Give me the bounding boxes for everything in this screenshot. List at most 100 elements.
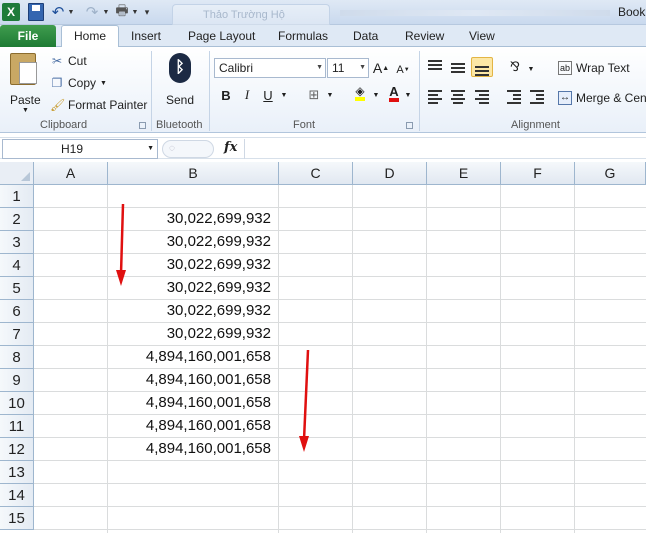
clipboard-group-label: Clipboard [40,119,88,131]
redo-dropdown-icon[interactable]: ▼ [102,3,110,21]
bluetooth-send-button[interactable]: ᛒ Send [162,51,200,117]
font-group-label: Font [293,119,316,131]
cut-button[interactable]: ✂ Cut [50,52,87,70]
paste-dropdown-icon[interactable]: ▼ [22,107,29,114]
document-tab[interactable]: Thảo Trường Hộ [172,4,330,25]
copy-dropdown-icon[interactable]: ▼ [100,80,107,87]
font-size-dropdown-icon[interactable]: ▼ [359,64,366,71]
merge-center-label: Merge & Cen [576,91,646,105]
wrap-text-button[interactable]: ab Wrap Text [558,59,630,77]
bluetooth-icon: ᛒ [169,53,191,83]
redo-icon[interactable]: ↷ [84,3,100,21]
send-label: Send [166,93,195,107]
group-separator [419,51,420,131]
align-top-icon[interactable] [426,59,444,75]
borders-dropdown-icon[interactable]: ▼ [325,85,335,105]
formula-input[interactable] [244,139,646,159]
italic-icon: I [244,87,250,102]
fill-color-button[interactable]: ◈ [350,83,370,103]
name-box[interactable]: H19 ▼ [2,139,158,159]
cut-label: Cut [68,54,87,68]
fill-color-dropdown-icon[interactable]: ▼ [371,85,381,105]
wrap-text-label: Wrap Text [576,61,630,75]
annotation-arrows [116,203,310,452]
tab-home[interactable]: Home [61,25,120,48]
font-color-dropdown-icon[interactable]: ▼ [403,85,413,105]
merge-cells-icon: ↔ [558,91,572,105]
align-right-icon[interactable] [473,89,491,105]
align-left-icon[interactable] [426,89,444,105]
title-strip [340,10,610,16]
paste-icon [10,53,37,85]
tab-view[interactable]: View [469,29,495,43]
align-center-icon[interactable] [449,89,467,105]
bold-icon: B [221,87,231,103]
save-icon[interactable] [28,3,44,21]
tab-insert[interactable]: Insert [131,29,161,43]
underline-button[interactable]: U [261,85,275,105]
shrink-font-icon: A [396,64,404,76]
print-dropdown-icon[interactable]: ▼ [131,3,139,21]
paste-label: Paste [10,93,41,107]
spreadsheet-grid[interactable]: A B C D E F G 1 2 3 4 5 6 7 8 9 10 11 12… [0,162,646,533]
paintbrush-icon: 🖌 [50,98,66,112]
group-separator [209,51,210,131]
excel-window: X ↶ ▼ ↷ ▼ 🖶 ▼ ▾ Thảo Trường Hộ Book File… [0,0,646,533]
italic-button[interactable]: I [240,85,254,105]
name-box-value: H19 [61,142,84,156]
tab-file[interactable]: File [0,25,56,47]
underline-icon: U [263,87,273,103]
paste-button[interactable]: Paste ▼ [6,51,42,117]
title-bar: X ↶ ▼ ↷ ▼ 🖶 ▼ ▾ Thảo Trường Hộ Book [0,0,646,25]
ribbon-tab-row: File Home Insert Page Layout Formulas Da… [0,25,646,48]
copy-icon: ❐ [51,76,63,90]
formula-bar-resize-handle[interactable]: ◌ [162,140,214,158]
name-box-dropdown-icon[interactable]: ▼ [147,145,154,152]
group-separator [151,51,152,131]
grow-font-icon: A [372,60,383,76]
alignment-group-label: Alignment [511,119,560,131]
wrap-text-icon: ab [558,61,572,75]
bold-button[interactable]: B [218,85,234,105]
increase-indent-icon[interactable] [528,89,546,105]
font-color-button[interactable]: A [386,83,402,103]
customize-toolbar-icon[interactable]: ▾ [144,3,150,21]
tab-formulas[interactable]: Formulas [278,29,328,43]
window-title: Book [618,5,646,19]
copy-button[interactable]: ❐ Copy ▼ [50,74,107,92]
copy-label: Copy [68,76,97,90]
borders-icon[interactable]: ⊞ [305,85,323,105]
align-bottom-icon[interactable] [471,57,493,77]
font-name-dropdown-icon[interactable]: ▼ [316,64,323,71]
font-name-select[interactable]: Calibri ▼ [214,58,326,78]
undo-icon[interactable]: ↶ [50,3,66,21]
insert-function-icon[interactable]: fx [224,140,237,155]
tab-review[interactable]: Review [405,29,444,43]
clipboard-dialog-launcher[interactable] [139,122,146,129]
orientation-icon[interactable]: ⅋ [504,57,526,77]
font-size-select[interactable]: 11 ▼ [327,58,369,78]
excel-app-icon[interactable]: X [2,3,20,21]
shrink-font-button[interactable]: A ▼ [396,60,410,80]
format-painter-label: Format Painter [68,98,148,112]
grow-font-button[interactable]: A ▲ [372,58,389,78]
ribbon-home: Paste ▼ ✂ Cut ❐ Copy ▼ 🖌 Format Painter … [0,47,646,133]
merge-center-button[interactable]: ↔ Merge & Cen [558,89,646,107]
font-name-value: Calibri [219,61,254,75]
formula-bar: H19 ▼ ◌ fx [0,137,646,159]
decrease-indent-icon[interactable] [505,89,523,105]
format-painter-button[interactable]: 🖌 Format Painter [50,96,147,114]
scissors-icon: ✂ [51,54,63,68]
paint-bucket-icon: ◈ [355,85,365,101]
font-dialog-launcher[interactable] [406,122,413,129]
print-preview-icon[interactable]: 🖶 [113,2,131,21]
tab-data[interactable]: Data [353,29,378,43]
red-arrow-right [299,349,310,452]
underline-dropdown-icon[interactable]: ▼ [279,85,289,105]
undo-dropdown-icon[interactable]: ▼ [67,3,75,21]
font-size-value: 11 [332,61,345,75]
align-middle-icon[interactable] [449,59,467,75]
orientation-dropdown-icon[interactable]: ▼ [526,59,536,79]
red-arrow-left [116,203,126,286]
tab-page-layout[interactable]: Page Layout [188,29,255,43]
